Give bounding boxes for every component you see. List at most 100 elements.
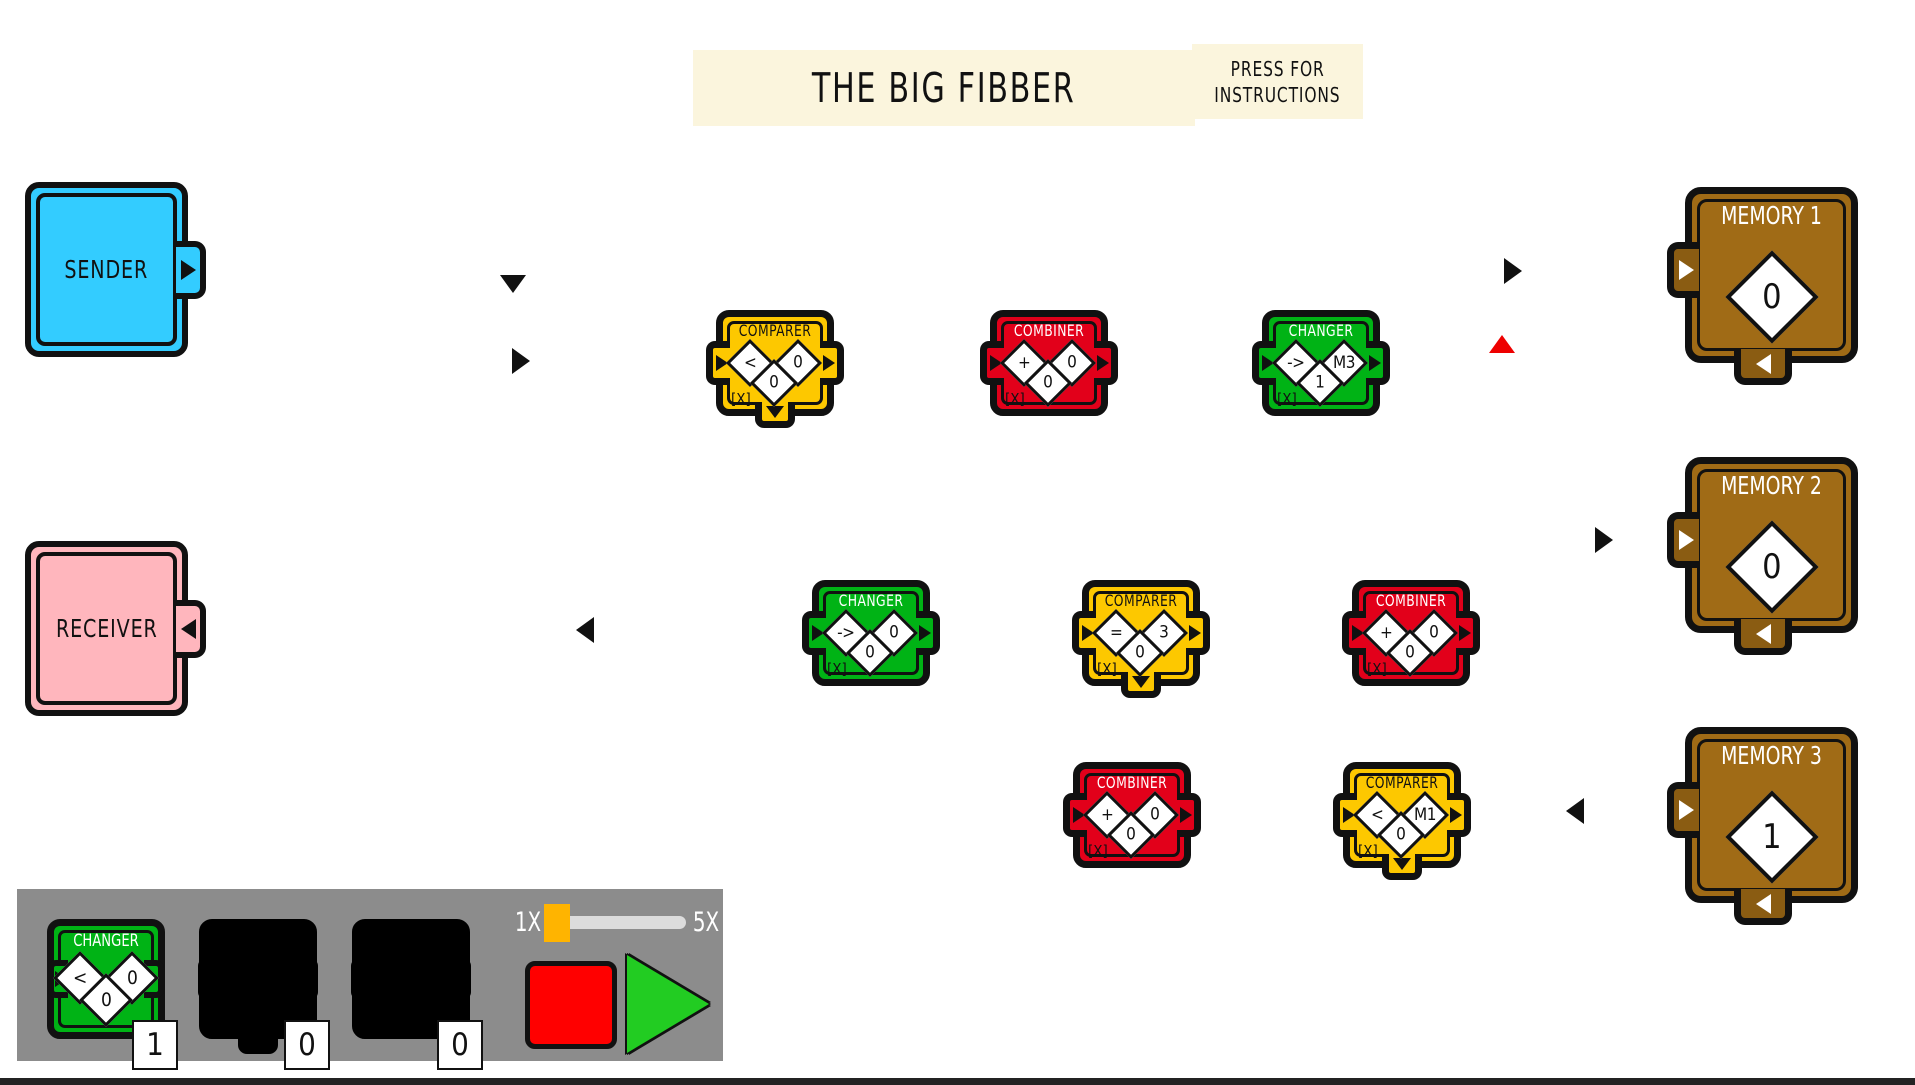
grid-cell bbox=[0, 450, 81, 531]
memory-read-port[interactable] bbox=[1667, 782, 1699, 838]
direction-marker-left-2[interactable] bbox=[1566, 798, 1584, 824]
speed-min-label: 1X bbox=[514, 906, 542, 938]
grid-cell bbox=[90, 0, 171, 81]
instructions-button[interactable]: PRESS FOR INSTRUCTIONS bbox=[1192, 44, 1363, 119]
node-comparer-1[interactable]: COMPARER < 0 0 [X] bbox=[706, 310, 844, 428]
palette-bottom-port bbox=[238, 1028, 278, 1054]
node-output-port[interactable] bbox=[1456, 611, 1480, 655]
memory-write-port[interactable] bbox=[1734, 349, 1792, 385]
sender-block[interactable]: SENDER bbox=[25, 182, 206, 357]
node-delete-flag[interactable]: [X] bbox=[1097, 660, 1117, 678]
grid-cell bbox=[1350, 990, 1431, 1071]
grid-cell bbox=[900, 810, 981, 891]
sender-output-port[interactable] bbox=[176, 240, 206, 299]
arrow-left-icon bbox=[1755, 893, 1771, 914]
direction-marker-right-3[interactable] bbox=[1595, 527, 1613, 553]
grid-cell bbox=[180, 0, 261, 81]
memory-write-port[interactable] bbox=[1734, 889, 1792, 925]
direction-marker-left-1[interactable] bbox=[576, 617, 594, 643]
grid-cell bbox=[1890, 450, 1915, 531]
memory-block-3[interactable]: MEMORY 3 1 bbox=[1667, 727, 1858, 925]
node-operand-b: 0 bbox=[889, 622, 899, 643]
palette-operand-b: 0 bbox=[126, 967, 138, 989]
node-output-port[interactable] bbox=[1186, 611, 1210, 655]
node-operand-b: M1 bbox=[1414, 805, 1436, 825]
grid-cell bbox=[1440, 450, 1521, 531]
play-button[interactable] bbox=[627, 955, 709, 1053]
palette-slot-1[interactable]: CHANGER < 0 0 1 bbox=[37, 919, 178, 1070]
grid-cell bbox=[1530, 0, 1611, 81]
receiver-input-port[interactable] bbox=[176, 599, 206, 658]
node-operand-a: 0 bbox=[1043, 372, 1053, 393]
grid-cell bbox=[1890, 630, 1915, 711]
node-combiner-2[interactable]: COMBINER + 0 0 [X] bbox=[1342, 580, 1480, 686]
node-output-port[interactable] bbox=[820, 341, 844, 385]
grid-cell bbox=[630, 810, 711, 891]
node-operand-b: 0 bbox=[793, 352, 803, 373]
palette-slot-2[interactable]: 0 bbox=[189, 919, 330, 1070]
arrow-right-icon bbox=[1096, 355, 1109, 371]
receiver-block[interactable]: RECEIVER bbox=[25, 541, 206, 716]
memory-read-port[interactable] bbox=[1667, 512, 1699, 568]
direction-marker-up-red[interactable] bbox=[1489, 335, 1515, 353]
stop-button[interactable] bbox=[525, 961, 617, 1049]
receiver-label: RECEIVER bbox=[55, 614, 158, 643]
node-delete-flag[interactable]: [X] bbox=[827, 660, 847, 678]
node-output-port[interactable] bbox=[1447, 793, 1471, 837]
node-comparer-3[interactable]: COMPARER < M1 0 [X] bbox=[1333, 762, 1471, 880]
grid-cell bbox=[180, 450, 261, 531]
grid-cell bbox=[540, 0, 621, 81]
memory-write-port[interactable] bbox=[1734, 619, 1792, 655]
speed-slider-row[interactable]: 1X 5X bbox=[512, 903, 722, 942]
node-comparer-2[interactable]: COMPARER = 3 0 [X] bbox=[1072, 580, 1210, 698]
grid-cell bbox=[1620, 630, 1701, 711]
memory-value: 0 bbox=[1761, 277, 1782, 317]
node-output-port[interactable] bbox=[1177, 793, 1201, 837]
arrow-right-icon bbox=[1679, 530, 1694, 550]
direction-marker-right-2[interactable] bbox=[1504, 258, 1522, 284]
grid-cell bbox=[1260, 180, 1341, 261]
node-delete-flag[interactable]: [X] bbox=[731, 390, 751, 408]
palette-slot-3[interactable]: 0 bbox=[342, 919, 483, 1070]
node-operand-b: 0 bbox=[1150, 804, 1160, 825]
direction-marker-right-1[interactable] bbox=[512, 348, 530, 374]
grid-cell bbox=[630, 180, 711, 261]
memory-read-port[interactable] bbox=[1667, 242, 1699, 298]
memory-value: 1 bbox=[1761, 817, 1782, 857]
arrow-down-icon bbox=[766, 405, 784, 418]
node-delete-flag[interactable]: [X] bbox=[1358, 842, 1378, 860]
direction-marker-down-1[interactable] bbox=[500, 275, 526, 293]
grid-cell bbox=[450, 450, 531, 531]
node-combiner-3[interactable]: COMBINER + 0 0 [X] bbox=[1063, 762, 1201, 868]
memory-title: MEMORY 2 bbox=[1721, 471, 1822, 500]
grid-cell bbox=[90, 90, 171, 171]
grid-cell bbox=[540, 810, 621, 891]
grid-cell bbox=[450, 720, 531, 801]
grid-cell bbox=[1530, 180, 1611, 261]
node-changer-1[interactable]: CHANGER -> M3 1 [X] bbox=[1252, 310, 1390, 416]
speed-slider-knob[interactable] bbox=[544, 903, 571, 942]
grid-cell bbox=[1710, 0, 1791, 81]
grid-cell bbox=[1530, 720, 1611, 801]
node-combiner-1[interactable]: COMBINER + 0 0 [X] bbox=[980, 310, 1118, 416]
memory-block-1[interactable]: MEMORY 1 0 bbox=[1667, 187, 1858, 385]
node-operator: + bbox=[1017, 352, 1031, 373]
node-delete-flag[interactable]: [X] bbox=[1005, 390, 1025, 408]
node-delete-flag[interactable]: [X] bbox=[1277, 390, 1297, 408]
node-changer-2[interactable]: CHANGER -> 0 0 [X] bbox=[802, 580, 940, 686]
grid-cell bbox=[1260, 900, 1341, 981]
node-output-port[interactable] bbox=[1366, 341, 1390, 385]
memory-block-2[interactable]: MEMORY 2 0 bbox=[1667, 457, 1858, 655]
grid-cell bbox=[450, 90, 531, 171]
node-delete-flag[interactable]: [X] bbox=[1367, 660, 1387, 678]
speed-slider-track[interactable] bbox=[544, 903, 686, 942]
node-output-port[interactable] bbox=[916, 611, 940, 655]
palette-operator: < bbox=[73, 966, 87, 989]
arrow-left-icon bbox=[1755, 623, 1771, 644]
grid-cell bbox=[990, 990, 1071, 1071]
speed-max-label: 5X bbox=[692, 906, 720, 938]
palette-output-port bbox=[300, 958, 318, 1000]
node-operator: + bbox=[1100, 804, 1114, 825]
node-delete-flag[interactable]: [X] bbox=[1088, 842, 1108, 860]
node-output-port[interactable] bbox=[1094, 341, 1118, 385]
